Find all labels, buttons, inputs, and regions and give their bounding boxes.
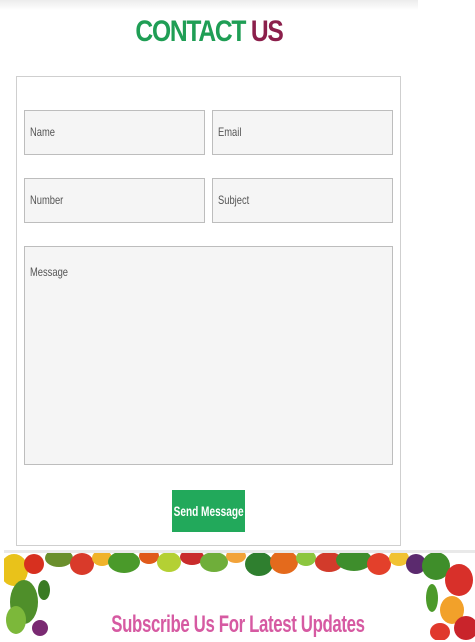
send-message-button[interactable]: Send Message bbox=[172, 490, 245, 532]
subject-placeholder: Subject bbox=[218, 193, 250, 207]
name-placeholder: Name bbox=[30, 125, 55, 139]
subject-field[interactable]: Subject bbox=[212, 178, 393, 223]
subscribe-heading: Subscribe Us For Latest Updates bbox=[0, 608, 475, 642]
page-title: CONTACT US bbox=[38, 12, 381, 52]
number-placeholder: Number bbox=[30, 193, 64, 207]
email-field[interactable]: Email bbox=[212, 110, 393, 155]
title-word-contact: CONTACT bbox=[135, 15, 246, 48]
message-textarea[interactable]: Message bbox=[24, 246, 393, 465]
name-field[interactable]: Name bbox=[24, 110, 205, 155]
title-word-us: US bbox=[250, 15, 284, 48]
email-placeholder: Email bbox=[218, 125, 242, 139]
banner-divider bbox=[4, 550, 475, 553]
number-field[interactable]: Number bbox=[24, 178, 205, 223]
send-message-label: Send Message bbox=[173, 503, 244, 519]
top-bar bbox=[0, 0, 418, 10]
message-placeholder: Message bbox=[30, 265, 68, 279]
subscribe-heading-text: Subscribe Us For Latest Updates bbox=[110, 611, 365, 638]
